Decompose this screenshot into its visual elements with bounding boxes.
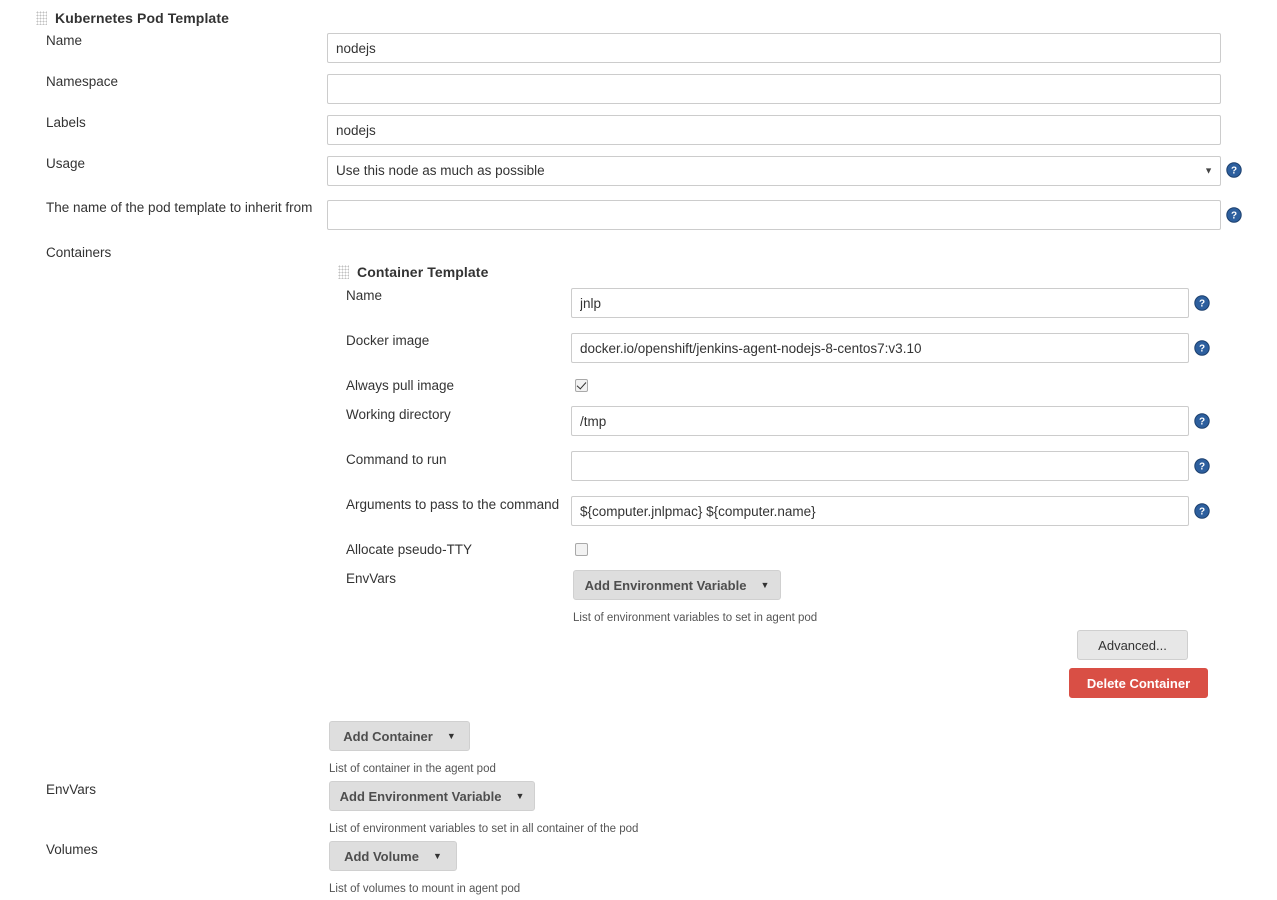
help-icon-container-name[interactable]: ? [1194,295,1210,311]
always-pull-label-row: Always pull image [346,378,454,394]
pod-namespace-label: Namespace [46,74,119,89]
help-icon-args[interactable]: ? [1194,503,1210,519]
pod-volumes-label-row: Volumes [46,842,98,858]
chevron-down-icon-add-container: ▼ [446,730,456,741]
drag-handle-icon-container[interactable] [338,265,349,279]
add-container-button[interactable]: Add Container ▼ [329,721,470,751]
kubernetes-pod-template-form: Kubernetes Pod Template Name Namespace L… [0,0,1277,900]
container-add-env-var-label: Add Environment Variable [584,577,747,593]
container-image-label: Docker image [346,333,430,348]
pod-labels-label-row: Labels [46,115,86,131]
container-envvars-label: EnvVars [346,571,397,586]
allocate-pseudo-tty-checkbox[interactable] [575,543,588,556]
always-pull-checkbox[interactable] [575,379,588,392]
chevron-down-icon-volume: ▼ [432,850,442,861]
chevron-down-icon-env: ▼ [760,579,770,590]
args-label: Arguments to pass to the command [346,497,560,512]
help-icon-command[interactable]: ? [1194,458,1210,474]
container-template-header: Container Template [338,264,488,280]
advanced-button[interactable]: Advanced... [1077,630,1188,660]
workdir-label: Working directory [346,407,451,422]
add-container-hint: List of container in the agent pod [329,763,496,775]
args-label-row: Arguments to pass to the command [346,497,559,513]
command-input[interactable] [571,451,1189,481]
add-volume-button[interactable]: Add Volume ▼ [329,841,457,871]
svg-text:?: ? [1231,166,1237,177]
delete-container-button-label: Delete Container [1086,675,1191,691]
pod-namespace-input[interactable] [327,74,1221,104]
svg-text:?: ? [1231,211,1237,222]
svg-text:?: ? [1199,417,1205,428]
svg-text:?: ? [1199,507,1205,518]
help-icon-container-image[interactable]: ? [1194,340,1210,356]
pod-envvars-label: EnvVars [46,782,97,797]
pod-inherit-label-row: The name of the pod template to inherit … [46,200,312,216]
pod-usage-select[interactable]: Use this node as much as possible ▼ [327,156,1221,186]
container-image-input[interactable] [571,333,1189,363]
workdir-label-row: Working directory [346,407,451,423]
drag-handle-icon[interactable] [36,11,47,25]
pod-usage-label: Usage [46,156,86,171]
volumes-hint: List of volumes to mount in agent pod [329,883,521,895]
container-env-vars-hint: List of environment variables to set in … [573,612,818,624]
pod-envvars-label-row: EnvVars [46,782,96,798]
pod-template-header: Kubernetes Pod Template [36,10,229,26]
pod-add-env-var-label: Add Environment Variable [339,788,502,804]
tty-label: Allocate pseudo-TTY [346,542,473,557]
container-template-title: Container Template [357,264,489,280]
container-add-env-var-button[interactable]: Add Environment Variable ▼ [573,570,781,600]
help-icon-usage[interactable]: ? [1226,162,1242,178]
chevron-down-icon-pod-env: ▼ [515,790,525,801]
advanced-button-label: Advanced... [1098,637,1167,653]
help-icon-workdir[interactable]: ? [1194,413,1210,429]
container-image-label-row: Docker image [346,333,429,349]
pod-labels-label: Labels [46,115,86,130]
pod-template-title: Kubernetes Pod Template [55,10,229,26]
pod-containers-label-row: Containers [46,245,111,261]
container-name-label-row: Name [346,288,382,304]
pod-add-env-var-button[interactable]: Add Environment Variable ▼ [329,781,535,811]
command-label: Command to run [346,452,447,467]
svg-text:?: ? [1199,462,1205,473]
pod-name-label: Name [46,33,83,48]
pod-usage-label-row: Usage [46,156,85,172]
svg-text:?: ? [1199,299,1205,310]
pod-containers-label: Containers [46,245,112,260]
pod-volumes-label: Volumes [46,842,98,857]
container-name-label: Name [346,288,383,303]
svg-text:?: ? [1199,344,1205,355]
pod-name-label-row: Name [46,33,82,49]
always-pull-label: Always pull image [346,378,455,393]
chevron-down-icon: ▼ [1204,165,1213,176]
command-label-row: Command to run [346,452,447,468]
pod-inherit-input[interactable] [327,200,1221,230]
help-icon-inherit[interactable]: ? [1226,207,1242,223]
pod-name-input[interactable] [327,33,1221,63]
pod-inherit-label: The name of the pod template to inherit … [46,200,313,215]
add-container-label: Add Container [343,728,433,744]
workdir-input[interactable] [571,406,1189,436]
container-envvars-label-row: EnvVars [346,571,396,587]
pod-labels-input[interactable] [327,115,1221,145]
tty-label-row: Allocate pseudo-TTY [346,542,472,558]
pod-usage-selected-value: Use this node as much as possible [336,163,545,178]
add-volume-label: Add Volume [344,848,419,864]
args-input[interactable] [571,496,1189,526]
container-name-input[interactable] [571,288,1189,318]
delete-container-button[interactable]: Delete Container [1069,668,1208,698]
pod-namespace-label-row: Namespace [46,74,118,90]
pod-env-vars-hint: List of environment variables to set in … [329,823,639,835]
